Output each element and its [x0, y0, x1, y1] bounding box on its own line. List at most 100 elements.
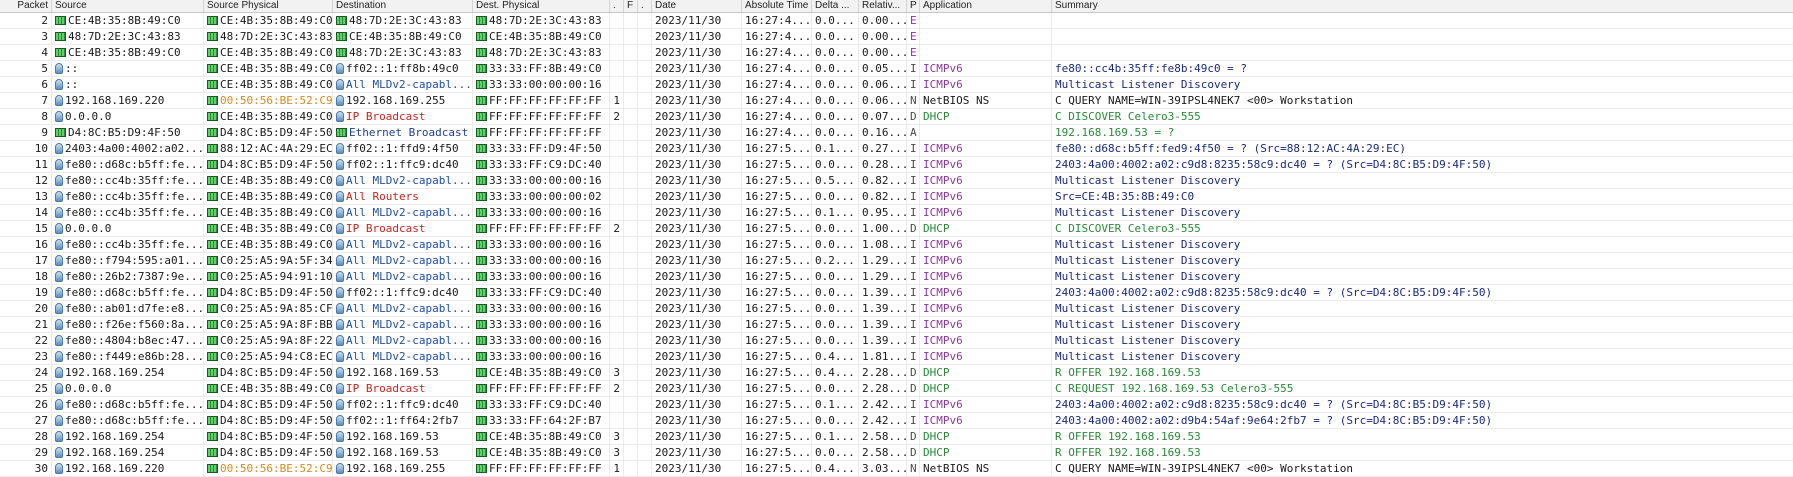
packet-row[interactable]: 2 CE:4B:35:8B:49:C0 CE:4B:35:8B:49:C0 48:7D…: [0, 13, 1793, 29]
absolute-time: 16:27:5...: [742, 461, 812, 476]
packet-row[interactable]: 4 CE:4B:35:8B:49:C0 CE:4B:35:8B:49:C0 48:7D…: [0, 45, 1793, 61]
nic-icon: [55, 16, 66, 25]
source-physical: C0:25:A5:9A:5F:34: [204, 253, 333, 268]
summary: R OFFER 192.168.169.53: [1055, 430, 1201, 443]
packet-row[interactable]: 9 D4:8C:B5:D9:4F:50 D4:8C:B5:D9:4F:50 Ether…: [0, 125, 1793, 141]
packet-row[interactable]: 29 192.168.169.254 D4:8C:B5:D9:4F:50 192.16…: [0, 445, 1793, 461]
date: 2023/11/30: [652, 221, 742, 236]
col-header-flag-1[interactable]: .: [610, 0, 624, 12]
packet-row[interactable]: 15 0.0.0.0 CE:4B:35:8B:49:C0 IP Broadcast FF…: [0, 221, 1793, 237]
source-physical-text: D4:8C:B5:D9:4F:50: [220, 158, 333, 171]
protocol-code: E: [907, 29, 920, 44]
packet-row[interactable]: 10 2403:4a00:4002:a02... 88:12:AC:4A:29:EC…: [0, 141, 1793, 157]
col-header-source-physical[interactable]: Source Physical: [204, 0, 333, 12]
summary: Multicast Listener Discovery: [1055, 238, 1241, 251]
packet-row[interactable]: 11 fe80::d68c:b5ff:fe... D4:8C:B5:D9:4F:50…: [0, 157, 1793, 173]
flag-2: [624, 173, 638, 188]
col-header-date[interactable]: Date: [652, 0, 742, 12]
col-header-summary[interactable]: Summary: [1052, 0, 1793, 12]
destination-address: ff02::1:ffc9:dc40: [333, 397, 473, 412]
relative-time: 1.39...: [859, 333, 907, 348]
dest-physical: 33:33:00:00:00:16: [473, 253, 610, 268]
protocol-code: I: [907, 237, 920, 252]
destination-address: IP Broadcast: [333, 381, 473, 396]
packet-row[interactable]: 21 fe80::f26e:f560:8a... C0:25:A5:9A:8F:BB…: [0, 317, 1793, 333]
source-address-text: fe80::cc4b:35ff:fe...: [65, 206, 204, 219]
application: DHCP: [920, 221, 1052, 236]
col-header-relative[interactable]: Relativ...: [859, 0, 907, 12]
application: ICMPv6: [920, 157, 1052, 172]
summary: Multicast Listener Discovery: [1055, 318, 1241, 331]
dest-physical: FF:FF:FF:FF:FF:FF: [473, 125, 610, 140]
col-header-dest-physical[interactable]: Dest. Physical: [473, 0, 610, 12]
delta-time: 0.5...: [812, 173, 859, 188]
packet-row[interactable]: 27 fe80::d68c:b5ff:fe... D4:8C:B5:D9:4F:50…: [0, 413, 1793, 429]
delta-time: 0.0...: [812, 301, 859, 316]
flag-3: [638, 333, 652, 348]
destination-address: IP Broadcast: [333, 109, 473, 124]
col-header-flag-2[interactable]: F: [624, 0, 638, 12]
flag-1: [610, 253, 624, 268]
packet-row[interactable]: 12 fe80::cc4b:35ff:fe... CE:4B:35:8B:49:C0…: [0, 173, 1793, 189]
dest-physical: FF:FF:FF:FF:FF:FF: [473, 221, 610, 236]
packet-row[interactable]: 18 fe80::26b2:7387:9e... C0:25:A5:94:91:10…: [0, 269, 1793, 285]
col-header-delta[interactable]: Delta ...: [812, 0, 859, 12]
source-address-text: 48:7D:2E:3C:43:83: [68, 30, 181, 43]
globe-icon: [55, 287, 63, 298]
source-physical: CE:4B:35:8B:49:C0: [204, 173, 333, 188]
packet-row[interactable]: 7 192.168.169.220 00:50:56:BE:52:C9 192.168…: [0, 93, 1793, 109]
col-header-application[interactable]: Application: [920, 0, 1052, 12]
application: ICMPv6: [920, 397, 1052, 412]
flag-2: [624, 77, 638, 92]
protocol-code: E: [907, 45, 920, 60]
packet-row[interactable]: 28 192.168.169.254 D4:8C:B5:D9:4F:50 192.16…: [0, 429, 1793, 445]
flag-2: [624, 397, 638, 412]
flag-3: [638, 253, 652, 268]
date: 2023/11/30: [652, 397, 742, 412]
packet-row[interactable]: 22 fe80::4804:b8ec:47... C0:25:A5:9A:8F:22…: [0, 333, 1793, 349]
packet-row[interactable]: 26 fe80::d68c:b5ff:fe... D4:8C:B5:D9:4F:50…: [0, 397, 1793, 413]
destination-address-text: IP Broadcast: [346, 222, 426, 235]
packet-row[interactable]: 5:: CE:4B:35:8B:49:C0 ff02::1:ff8b:49c0 33:…: [0, 61, 1793, 77]
dest-physical-text: 33:33:00:00:00:16: [489, 174, 602, 187]
globe-icon: [336, 223, 344, 234]
packet-row[interactable]: 20 fe80::ab01:d7fe:e8... C0:25:A5:9A:85:CF…: [0, 301, 1793, 317]
destination-address: 48:7D:2E:3C:43:83: [333, 13, 473, 28]
nic-icon: [336, 16, 347, 25]
relative-time: 0.27...: [859, 141, 907, 156]
packet-row[interactable]: 13 fe80::cc4b:35ff:fe... CE:4B:35:8B:49:C0…: [0, 189, 1793, 205]
packet-number: 26: [0, 397, 52, 412]
dest-physical-text: 33:33:FF:8B:49:C0: [489, 62, 602, 75]
col-header-protocol[interactable]: P: [907, 0, 920, 12]
packet-row[interactable]: 14 fe80::cc4b:35ff:fe... CE:4B:35:8B:49:C0…: [0, 205, 1793, 221]
packet-row[interactable]: 3 48:7D:2E:3C:43:83 48:7D:2E:3C:43:83 CE:4B…: [0, 29, 1793, 45]
col-header-source[interactable]: Source: [52, 0, 204, 12]
protocol-code: A: [907, 125, 920, 140]
packet-row[interactable]: 16 fe80::cc4b:35ff:fe... CE:4B:35:8B:49:C0…: [0, 237, 1793, 253]
flag-2: [624, 269, 638, 284]
nic-icon: [207, 352, 218, 361]
source-address: 0.0.0.0: [52, 109, 204, 124]
packet-row[interactable]: 17 fe80::f794:595:a01... C0:25:A5:9A:5F:34…: [0, 253, 1793, 269]
source-physical: CE:4B:35:8B:49:C0: [204, 61, 333, 76]
col-header-packet[interactable]: Packet: [0, 0, 52, 12]
packet-row[interactable]: 8 0.0.0.0 CE:4B:35:8B:49:C0 IP Broadcast FF:…: [0, 109, 1793, 125]
application: [920, 13, 1052, 28]
col-header-absolute-time[interactable]: Absolute Time: [742, 0, 812, 12]
delta-time: 0.0...: [812, 413, 859, 428]
packet-row[interactable]: 19 fe80::d68c:b5ff:fe... D4:8C:B5:D9:4F:50…: [0, 285, 1793, 301]
dest-physical-text: 33:33:FF:64:2F:B7: [489, 414, 602, 427]
packet-row[interactable]: 6:: CE:4B:35:8B:49:C0 All MLDv2-capabl... 3…: [0, 77, 1793, 93]
absolute-time: 16:27:5...: [742, 205, 812, 220]
packet-row[interactable]: 30 192.168.169.220 00:50:56:BE:52:C9 192.16…: [0, 461, 1793, 477]
nic-icon: [207, 272, 218, 281]
source-physical-text: C0:25:A5:9A:8F:22: [220, 334, 333, 347]
source-address: fe80::f26e:f560:8a...: [52, 317, 204, 332]
packet-row[interactable]: 24 192.168.169.254 D4:8C:B5:D9:4F:50 192.16…: [0, 365, 1793, 381]
destination-address: All MLDv2-capabl...: [333, 317, 473, 332]
application: [920, 29, 1052, 44]
packet-row[interactable]: 23 fe80::f449:e86b:28... C0:25:A5:94:C8:EC…: [0, 349, 1793, 365]
col-header-destination[interactable]: Destination: [333, 0, 473, 12]
col-header-flag-3[interactable]: .: [638, 0, 652, 12]
packet-row[interactable]: 25 0.0.0.0 CE:4B:35:8B:49:C0 IP Broadcast FF…: [0, 381, 1793, 397]
